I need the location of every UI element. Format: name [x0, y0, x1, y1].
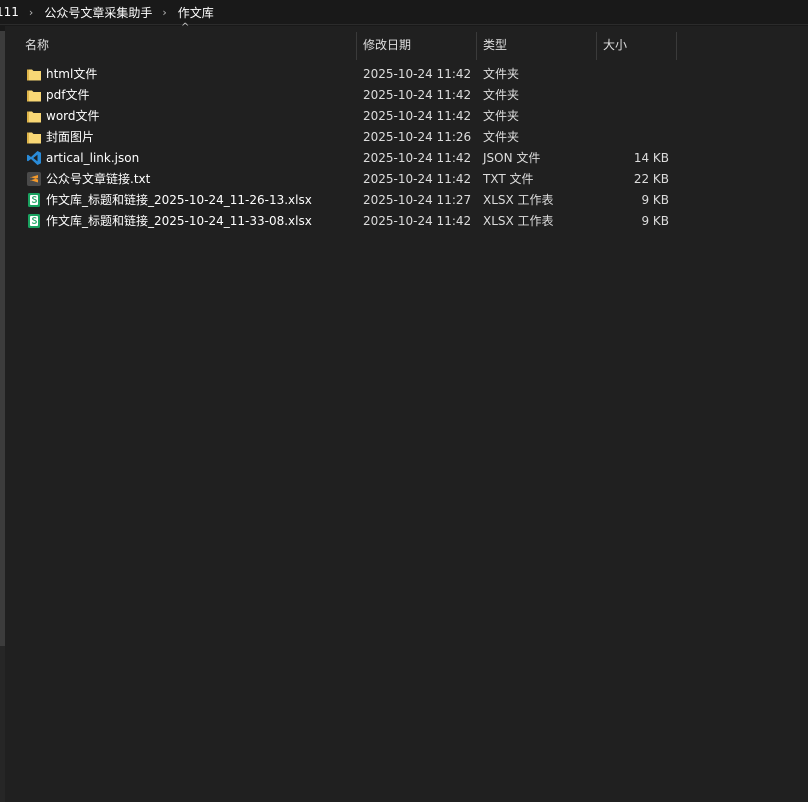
file-name: pdf文件 — [46, 88, 90, 102]
column-header-date-label: 修改日期 — [363, 38, 412, 52]
column-header-size-label: 大小 — [603, 38, 628, 52]
file-list-view[interactable]: ^ 名称 修改日期 类型 大小 html文件 2025-10-24 11:42 文件… — [5, 22, 808, 802]
folder-icon — [26, 66, 42, 82]
file-type: 文件夹 — [483, 88, 520, 102]
file-row[interactable]: 作文库_标题和链接_2025-10-24_11-26-13.xlsx 2025-1… — [5, 190, 808, 211]
file-type: 文件夹 — [483, 109, 520, 123]
file-type: TXT 文件 — [483, 172, 534, 186]
file-modified-date: 2025-10-24 11:27 — [363, 193, 472, 207]
breadcrumb: 111 › 公众号文章采集助手 › 作文库 — [0, 0, 808, 25]
breadcrumb-item-collector[interactable]: 公众号文章采集助手 — [44, 4, 152, 21]
file-size: 22 KB — [633, 172, 669, 186]
file-modified-date: 2025-10-24 11:42 — [363, 67, 472, 81]
file-modified-date: 2025-10-24 11:42 — [363, 172, 472, 186]
file-row[interactable]: 作文库_标题和链接_2025-10-24_11-33-08.xlsx 2025-1… — [5, 211, 808, 232]
file-row[interactable]: html文件 2025-10-24 11:42 文件夹 — [5, 64, 808, 85]
column-header-row: ^ 名称 修改日期 类型 大小 — [5, 22, 808, 60]
file-name: 公众号文章链接.txt — [46, 172, 151, 186]
column-header-name-label: 名称 — [25, 38, 50, 52]
file-size — [603, 64, 669, 85]
chevron-right-icon[interactable]: › — [29, 6, 33, 19]
file-row[interactable]: 公众号文章链接.txt 2025-10-24 11:42 TXT 文件 22 KB — [5, 169, 808, 190]
file-type: JSON 文件 — [483, 151, 541, 165]
breadcrumb-item-111[interactable]: 111 — [0, 5, 19, 19]
file-size: 14 KB — [633, 151, 669, 165]
folder-icon — [26, 108, 42, 124]
xlsx-icon — [26, 192, 42, 208]
file-name: artical_link.json — [46, 151, 140, 165]
file-name: 作文库_标题和链接_2025-10-24_11-33-08.xlsx — [46, 214, 312, 228]
file-type: 文件夹 — [483, 130, 520, 144]
file-size: 9 KB — [641, 214, 669, 228]
file-row[interactable]: word文件 2025-10-24 11:42 文件夹 — [5, 106, 808, 127]
file-modified-date: 2025-10-24 11:42 — [363, 88, 472, 102]
file-row[interactable]: artical_link.json 2025-10-24 11:42 JSON 文件… — [5, 148, 808, 169]
file-size — [603, 85, 669, 106]
chevron-right-icon[interactable]: › — [162, 6, 166, 19]
file-row[interactable]: pdf文件 2025-10-24 11:42 文件夹 — [5, 85, 808, 106]
file-name: word文件 — [46, 109, 100, 123]
file-modified-date: 2025-10-24 11:26 — [363, 130, 472, 144]
column-header-type[interactable]: 类型 — [477, 32, 597, 60]
file-name: 封面图片 — [46, 130, 95, 144]
sublime-txt-icon — [26, 171, 42, 187]
column-header-size[interactable]: 大小 — [597, 32, 677, 60]
file-size: 9 KB — [641, 193, 669, 207]
file-modified-date: 2025-10-24 11:42 — [363, 151, 472, 165]
file-modified-date: 2025-10-24 11:42 — [363, 214, 472, 228]
file-type: XLSX 工作表 — [483, 214, 554, 228]
breadcrumb-item-current[interactable]: 作文库 — [178, 4, 214, 21]
vscode-json-icon — [26, 150, 42, 166]
column-header-name[interactable]: 名称 — [19, 32, 357, 60]
column-header-date[interactable]: 修改日期 — [357, 32, 477, 60]
folder-icon — [26, 87, 42, 103]
folder-icon — [26, 129, 42, 145]
xlsx-icon — [26, 213, 42, 229]
file-name: html文件 — [46, 67, 98, 81]
file-row[interactable]: 封面图片 2025-10-24 11:26 文件夹 — [5, 127, 808, 148]
column-header-type-label: 类型 — [483, 38, 508, 52]
file-size — [603, 106, 669, 127]
file-name: 作文库_标题和链接_2025-10-24_11-26-13.xlsx — [46, 193, 312, 207]
file-type: 文件夹 — [483, 67, 520, 81]
file-modified-date: 2025-10-24 11:42 — [363, 109, 472, 123]
file-type: XLSX 工作表 — [483, 193, 554, 207]
file-size — [603, 127, 669, 148]
